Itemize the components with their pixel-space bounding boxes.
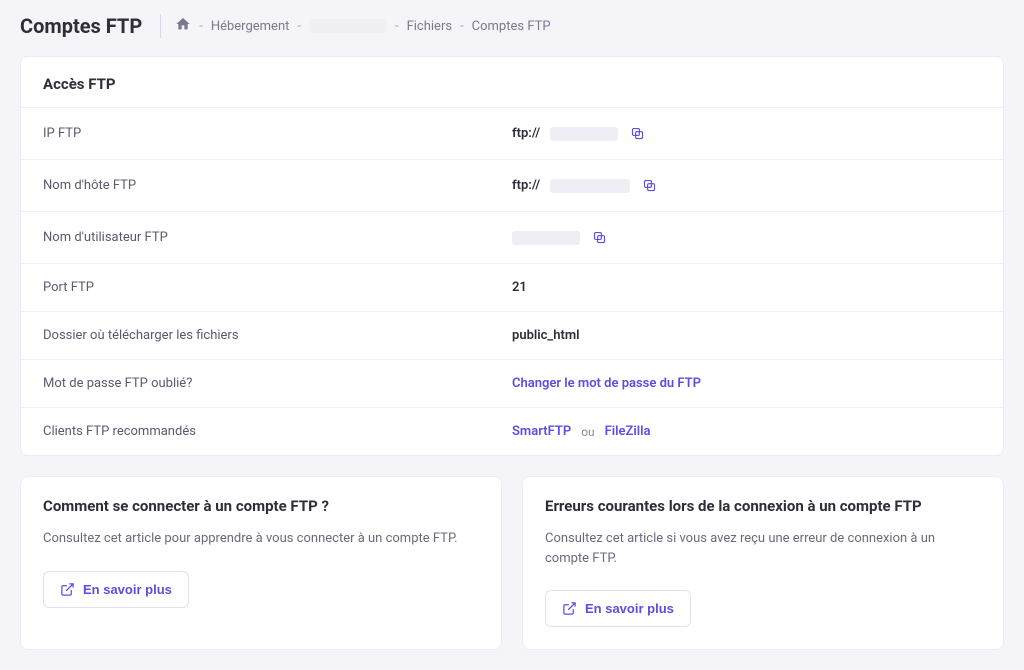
row-port-ftp: Port FTP 21 [21,263,1003,311]
row-password-ftp: Mot de passe FTP oublié? Changer le mot … [21,359,1003,407]
copy-icon [642,178,657,193]
label-ip: IP FTP [43,126,512,141]
label-password: Mot de passe FTP oublié? [43,376,512,391]
client-filezilla-link[interactable]: FileZilla [605,424,651,439]
or-text: ou [581,425,594,439]
help-card-errors: Erreurs courantes lors de la connexion à… [522,476,1004,650]
help-desc: Consultez cet article pour apprendre à v… [43,529,479,549]
breadcrumb-item[interactable]: Fichiers [407,19,452,34]
label-folder: Dossier où télécharger les fichiers [43,328,512,343]
value-folder: public_html [512,328,981,343]
page-header: Comptes FTP - Hébergement - - Fichiers -… [20,14,1004,38]
help-desc: Consultez cet article si vous avez reçu … [545,529,981,568]
breadcrumb-sep: - [395,19,399,34]
copy-button[interactable] [628,124,647,143]
label-host: Nom d'hôte FTP [43,178,512,193]
value-port: 21 [512,280,981,295]
value-host: ftp:// [512,176,981,195]
value-user [512,228,981,247]
help-title: Erreurs courantes lors de la connexion à… [545,497,981,515]
label-clients: Clients FTP recommandés [43,424,512,439]
value-ip: ftp:// [512,124,981,143]
help-card-connect: Comment se connecter à un compte FTP ? C… [20,476,502,650]
breadcrumb-sep: - [297,19,301,34]
value-ip-prefix: ftp:// [512,126,540,141]
breadcrumb: - Hébergement - - Fichiers - Comptes FTP [175,16,550,36]
learn-more-button[interactable]: En savoir plus [43,571,189,608]
breadcrumb-sep: - [199,19,203,34]
row-ip-ftp: IP FTP ftp:// [21,107,1003,159]
learn-more-button[interactable]: En savoir plus [545,590,691,627]
copy-icon [592,230,607,245]
external-link-icon [60,582,75,597]
row-user-ftp: Nom d'utilisateur FTP [21,211,1003,263]
home-icon[interactable] [175,16,191,36]
label-user: Nom d'utilisateur FTP [43,230,512,245]
value-user-redacted [512,231,580,245]
row-host-ftp: Nom d'hôte FTP ftp:// [21,159,1003,211]
page-title: Comptes FTP [20,14,161,38]
value-host-redacted [550,179,630,193]
change-password-link[interactable]: Changer le mot de passe du FTP [512,376,701,391]
copy-button[interactable] [590,228,609,247]
copy-icon [630,126,645,141]
external-link-icon [562,601,577,616]
help-title: Comment se connecter à un compte FTP ? [43,497,479,515]
help-row: Comment se connecter à un compte FTP ? C… [20,476,1004,650]
learn-more-label: En savoir plus [585,601,674,616]
row-clients-ftp: Clients FTP recommandés SmartFTP ou File… [21,407,1003,455]
ftp-access-card: Accès FTP IP FTP ftp:// Nom d'hôte FTP f… [20,56,1004,456]
label-port: Port FTP [43,280,512,295]
card-title: Accès FTP [21,57,1003,107]
value-clients: SmartFTP ou FileZilla [512,424,981,439]
breadcrumb-item[interactable]: Hébergement [211,19,290,34]
breadcrumb-item-current: Comptes FTP [472,19,551,34]
copy-button[interactable] [640,176,659,195]
value-host-prefix: ftp:// [512,178,540,193]
learn-more-label: En savoir plus [83,582,172,597]
value-ip-redacted [550,127,618,141]
breadcrumb-item-redacted[interactable] [309,19,387,33]
breadcrumb-sep: - [460,19,464,34]
client-smartftp-link[interactable]: SmartFTP [512,424,571,439]
row-folder-ftp: Dossier où télécharger les fichiers publ… [21,311,1003,359]
value-password: Changer le mot de passe du FTP [512,376,981,391]
